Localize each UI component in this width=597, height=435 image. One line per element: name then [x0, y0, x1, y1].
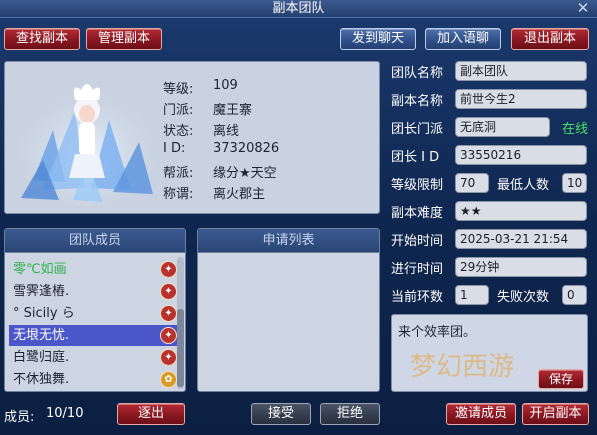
close-icon[interactable]: ✕ — [573, 0, 593, 17]
start-time-label: 开始时间 — [391, 234, 444, 249]
title-bar: 副本团队 — [0, 0, 597, 18]
member-row-selected[interactable]: 无垠无忧. ✦ — [9, 325, 179, 346]
school-badge-icon: ✦ — [160, 327, 177, 344]
team-name-field: 副本团队 — [455, 61, 587, 81]
level-limit-label: 等级限制 — [391, 178, 444, 193]
members-scrollbar-thumb[interactable] — [177, 309, 184, 387]
window-title: 副本团队 — [272, 1, 325, 16]
member-name: 零℃如画 — [13, 262, 67, 277]
status-value: 离线 — [213, 124, 240, 139]
school-badge-icon: ✦ — [160, 261, 177, 278]
min-people-label: 最低人数 — [497, 178, 550, 193]
current-round-field: 1 — [455, 285, 489, 305]
leader-profile-panel: 等级: 109 门派: 魔王寨 状态: 离线 I D: 37320826 帮派:… — [4, 61, 380, 214]
applications-panel: 申请列表 — [197, 228, 380, 392]
elapsed-time-field: 29分钟 — [455, 257, 587, 277]
min-people-field: 10 — [562, 173, 587, 193]
level-label: 等级: — [163, 82, 194, 97]
difficulty-label: 副本难度 — [391, 206, 444, 221]
status-label: 状态: — [163, 124, 194, 139]
members-scrollbar[interactable] — [177, 257, 184, 389]
school-value: 魔王寨 — [213, 103, 253, 118]
save-note-button[interactable]: 保存 — [538, 369, 584, 389]
current-round-label: 当前环数 — [391, 290, 444, 305]
school-badge-icon: ✦ — [160, 283, 177, 300]
team-name-label: 团队名称 — [391, 66, 444, 81]
member-name: 不休独舞. — [13, 372, 70, 387]
start-time-field: 2025-03-21 21:54 — [455, 229, 587, 249]
leader-id-label: 团长 I D — [391, 150, 440, 165]
school-badge-icon: ✦ — [160, 349, 177, 366]
level-value: 109 — [213, 78, 238, 93]
fail-count-field: 0 — [562, 285, 587, 305]
find-dungeon-button[interactable]: 查找副本 — [4, 28, 80, 50]
fail-count-label: 失败次数 — [497, 290, 550, 305]
member-name: 白鹭归庭. — [13, 350, 70, 365]
difficulty-field: ★★ — [455, 201, 587, 221]
member-name: 雪霁逢樁. — [13, 284, 70, 299]
school-badge-icon: ✦ — [160, 305, 177, 322]
level-limit-field: 70 — [455, 173, 489, 193]
dungeon-name-field: 前世今生2 — [455, 89, 587, 109]
member-name: 无垠无忧. — [13, 328, 70, 343]
leader-online-status: 在线 — [562, 122, 589, 137]
join-voice-chat-button[interactable]: 加入语聊 — [425, 28, 501, 50]
school-badge-icon: ✿ — [160, 371, 177, 388]
game-logo-watermark: 梦幻西游 — [410, 352, 514, 382]
invite-member-button[interactable]: 邀请成员 — [446, 403, 516, 425]
svg-text:梦幻西游: 梦幻西游 — [410, 352, 514, 382]
id-value: 37320826 — [213, 141, 280, 156]
member-row[interactable]: 白鹭归庭. ✦ — [9, 347, 179, 368]
member-count-label: 成员: — [4, 410, 35, 425]
team-members-panel: 团队成员 零℃如画 ✦ 雪霁逢樁. ✦ ° Sicily ら ✦ 无垠无忧. ✦… — [4, 228, 186, 392]
send-to-chat-button[interactable]: 发到聊天 — [340, 28, 416, 50]
leader-school-field: 无底洞 — [455, 117, 550, 137]
school-label: 门派: — [163, 103, 194, 118]
exit-dungeon-button[interactable]: 退出副本 — [511, 28, 589, 50]
member-count-value: 10/10 — [46, 406, 84, 421]
team-note-box[interactable]: 来个效率团。 梦幻西游 保存 — [391, 314, 588, 392]
member-name: ° Sicily ら — [13, 306, 75, 321]
title-value: 离火郡主 — [213, 187, 266, 202]
title-label: 称谓: — [163, 187, 194, 202]
member-row[interactable]: 雪霁逢樁. ✦ — [9, 281, 179, 302]
member-row[interactable]: 不休独舞. ✿ — [9, 369, 179, 390]
kick-member-button[interactable]: 逐出 — [117, 403, 185, 425]
manage-dungeon-button[interactable]: 管理副本 — [86, 28, 162, 50]
dungeon-name-label: 副本名称 — [391, 94, 444, 109]
id-label: I D: — [163, 141, 186, 156]
team-members-header: 团队成员 — [5, 229, 185, 253]
character-portrait — [17, 84, 157, 206]
guild-value: 缘分★天空 — [213, 166, 277, 181]
leader-school-label: 团长门派 — [391, 122, 444, 137]
elapsed-time-label: 进行时间 — [391, 262, 444, 277]
member-row[interactable]: 零℃如画 ✦ — [9, 259, 179, 280]
team-note-text: 来个效率团。 — [398, 325, 477, 340]
start-dungeon-button[interactable]: 开启副本 — [522, 403, 589, 425]
reject-application-button[interactable]: 拒绝 — [320, 403, 380, 425]
leader-id-field: 33550216 — [455, 145, 587, 165]
accept-application-button[interactable]: 接受 — [251, 403, 311, 425]
guild-label: 帮派: — [163, 166, 194, 181]
applications-header: 申请列表 — [198, 229, 379, 253]
member-row[interactable]: ° Sicily ら ✦ — [9, 303, 179, 324]
